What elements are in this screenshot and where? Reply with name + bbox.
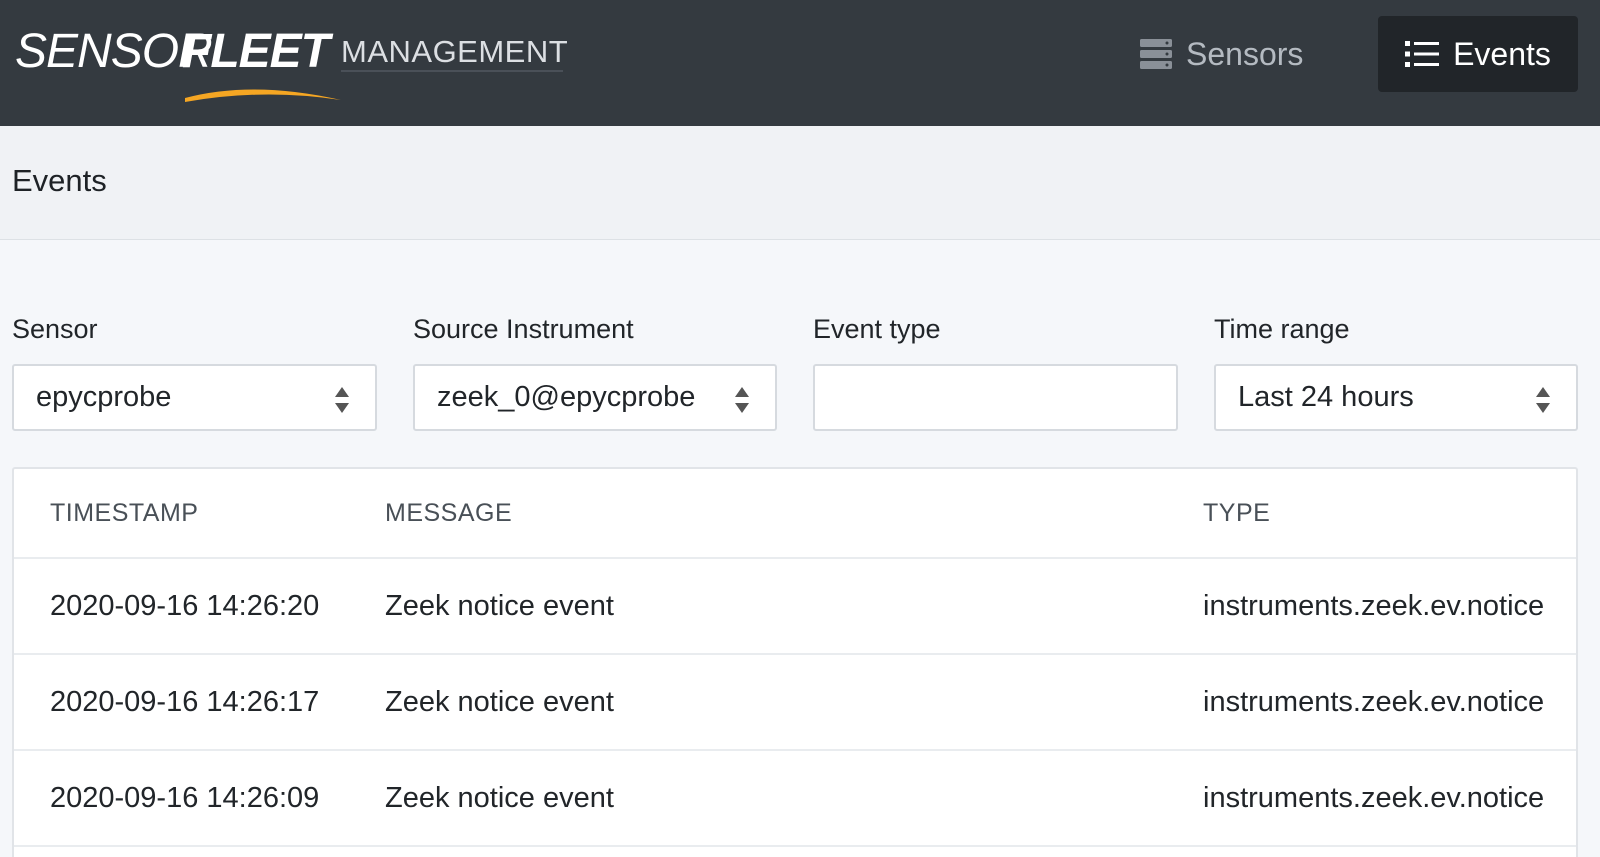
cell-timestamp: 2020-09-16 14:26:09 xyxy=(50,782,320,814)
cell-timestamp: 2020-09-16 14:26:17 xyxy=(50,686,320,718)
select-arrows-icon xyxy=(335,387,349,413)
column-header-type[interactable]: TYPE xyxy=(1203,499,1270,528)
time-range-select-value: Last 24 hours xyxy=(1238,381,1414,413)
table-row[interactable]: 2020-09-16 14:26:09 Zeek notice event in… xyxy=(14,749,1576,845)
events-table: TIMESTAMP MESSAGE TYPE 2020-09-16 14:26:… xyxy=(12,467,1578,857)
cell-type: instruments.zeek.ev.notice xyxy=(1203,686,1545,718)
brand-subtitle: MANAGEMENT xyxy=(341,34,569,69)
nav-sensors-label: Sensors xyxy=(1186,35,1304,72)
time-range-filter-label: Time range xyxy=(1214,314,1350,344)
time-range-select[interactable]: Last 24 hours xyxy=(1214,364,1578,431)
cell-message: Zeek notice event xyxy=(385,686,614,718)
table-row-partial xyxy=(14,845,1576,857)
table-row[interactable]: 2020-09-16 14:26:17 Zeek notice event in… xyxy=(14,653,1576,749)
sensor-filter-label: Sensor xyxy=(12,314,98,344)
event-type-input[interactable] xyxy=(813,364,1178,431)
source-instrument-select-value: zeek_0@epycprobe xyxy=(437,381,696,413)
select-arrows-icon xyxy=(735,387,749,413)
event-type-filter-label: Event type xyxy=(813,314,941,344)
top-navbar: SENSOR FLEET MANAGEMENT Sensors Events xyxy=(0,0,1600,126)
logo-swoosh-icon xyxy=(185,89,341,102)
cell-type: instruments.zeek.ev.notice xyxy=(1203,782,1545,814)
cell-type: instruments.zeek.ev.notice xyxy=(1203,590,1545,622)
list-icon xyxy=(1405,40,1440,68)
sensorfleet-logo[interactable]: SENSOR FLEET xyxy=(15,24,341,102)
sensor-select-value: epycprobe xyxy=(36,381,172,413)
cell-message: Zeek notice event xyxy=(385,590,614,622)
brand-subtitle-underline xyxy=(341,70,563,72)
select-arrows-icon xyxy=(1536,387,1550,413)
source-instrument-filter-label: Source Instrument xyxy=(413,314,634,344)
column-header-message[interactable]: MESSAGE xyxy=(385,499,512,528)
nav-sensors-link[interactable]: Sensors xyxy=(1140,16,1340,92)
page-title: Events xyxy=(12,163,107,198)
table-row[interactable]: 2020-09-16 14:26:20 Zeek notice event in… xyxy=(14,557,1576,653)
page-header: Events xyxy=(0,126,1600,240)
server-icon xyxy=(1140,39,1172,69)
nav-events-link[interactable]: Events xyxy=(1378,16,1578,92)
source-instrument-select[interactable]: zeek_0@epycprobe xyxy=(413,364,777,431)
nav-events-label: Events xyxy=(1453,35,1551,72)
sensor-select[interactable]: epycprobe xyxy=(12,364,377,431)
column-header-timestamp[interactable]: TIMESTAMP xyxy=(50,499,198,528)
cell-timestamp: 2020-09-16 14:26:20 xyxy=(50,590,320,622)
cell-message: Zeek notice event xyxy=(385,782,614,814)
